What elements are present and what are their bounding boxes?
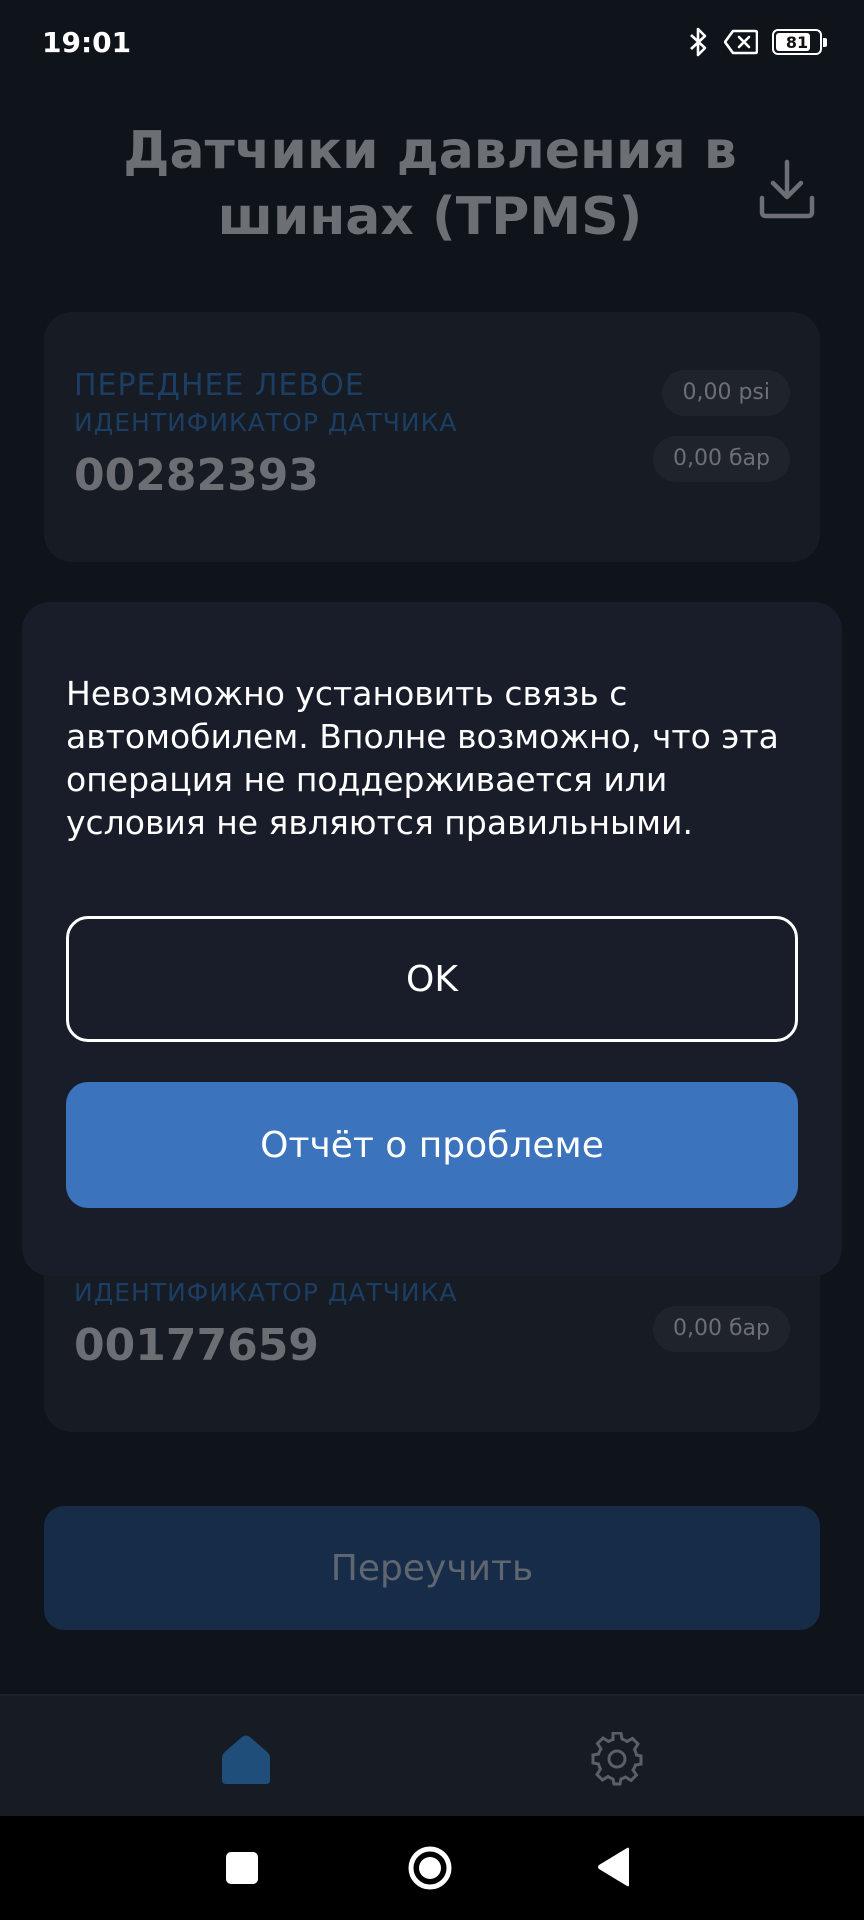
error-dialog: Невозможно установить связь с автомобиле… bbox=[22, 602, 842, 1276]
battery-level: 81 bbox=[785, 32, 809, 52]
status-time: 19:01 bbox=[42, 25, 132, 59]
system-nav-bar bbox=[0, 1816, 864, 1920]
dialog-message: Невозможно установить связь с автомобиле… bbox=[66, 674, 779, 842]
recents-button[interactable] bbox=[226, 1852, 258, 1884]
gear-icon[interactable] bbox=[590, 1732, 644, 1786]
status-icons: 81 bbox=[688, 27, 827, 57]
page-title: Датчики давления в шинах (TPMS) bbox=[123, 121, 737, 247]
pressure-bar-badge: 0,00 бар bbox=[653, 1306, 790, 1352]
sensor-id-label: ИДЕНТИФИКАТОР ДАТЧИКА bbox=[74, 1278, 458, 1307]
no-data-icon bbox=[724, 29, 758, 55]
relearn-button[interactable]: Переучить bbox=[44, 1506, 820, 1630]
home-icon[interactable] bbox=[218, 1732, 274, 1788]
sensor-id-label: ИДЕНТИФИКАТОР ДАТЧИКА bbox=[74, 408, 458, 437]
report-problem-button[interactable]: Отчёт о проблеме bbox=[66, 1082, 798, 1208]
system-home-button[interactable] bbox=[406, 1844, 454, 1892]
pressure-psi-badge: 0,00 psi bbox=[662, 370, 790, 416]
bluetooth-icon bbox=[690, 27, 707, 57]
pressure-bar-badge: 0,00 бар bbox=[653, 436, 790, 482]
download-icon[interactable] bbox=[756, 156, 818, 222]
sensor-id-value: 00282393 bbox=[74, 450, 319, 501]
sensor-position-label: ПЕРЕДНЕЕ ЛЕВОЕ bbox=[74, 368, 365, 403]
ok-button[interactable]: OK bbox=[66, 916, 798, 1042]
sensor-card-front-left: ПЕРЕДНЕЕ ЛЕВОЕ ИДЕНТИФИКАТОР ДАТЧИКА 002… bbox=[44, 312, 820, 562]
status-bar: 19:01 81 bbox=[0, 0, 864, 84]
sensor-id-value: 00177659 bbox=[74, 1320, 319, 1371]
back-button[interactable] bbox=[596, 1846, 632, 1888]
bottom-nav bbox=[0, 1694, 864, 1818]
battery-icon: 81 bbox=[772, 29, 827, 55]
